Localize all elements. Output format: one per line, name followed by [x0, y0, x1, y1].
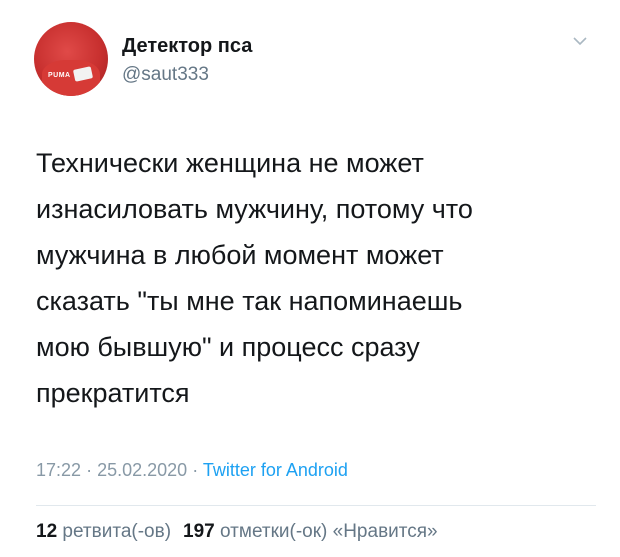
retweets-label: ретвита(-ов)	[62, 521, 172, 542]
tweet-date[interactable]: 25.02.2020	[97, 460, 187, 480]
likes-stat[interactable]: 197 отметки(-ок) «Нравится»	[183, 521, 438, 542]
meta-separator: ·	[86, 460, 93, 480]
tweet-meta: 17:22 · 25.02.2020 · Twitter for Android	[36, 460, 348, 481]
user-handle[interactable]: @saut333	[122, 64, 209, 86]
likes-label: отметки(-ок) «Нравится»	[220, 521, 438, 542]
tweet-card: PUMA Детектор пса @saut333 Технически же…	[0, 0, 620, 557]
retweets-count: 12	[36, 521, 58, 542]
retweets-stat[interactable]: 12 ретвита(-ов)	[36, 521, 171, 542]
display-name[interactable]: Детектор пса	[122, 35, 252, 58]
meta-separator: ·	[192, 460, 199, 480]
avatar[interactable]: PUMA	[34, 22, 108, 96]
tweet-text: Технически женщина не может изнасиловать…	[36, 148, 473, 408]
tweet-stats: 12 ретвита(-ов) 197 отметки(-ок) «Нравитс…	[36, 521, 438, 543]
likes-count: 197	[183, 521, 215, 542]
avatar-logo: PUMA	[48, 72, 71, 79]
tweet-source-link[interactable]: Twitter for Android	[203, 460, 348, 480]
tweet-time[interactable]: 17:22	[36, 460, 81, 480]
chevron-down-icon[interactable]	[573, 34, 587, 48]
divider	[36, 505, 596, 506]
